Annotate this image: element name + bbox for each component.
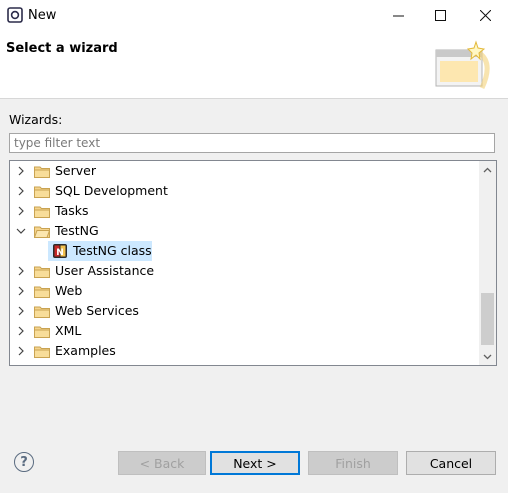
wizard-tree[interactable]: Server SQL Development Tasks TestNG N Te… [9, 160, 497, 366]
tree-item-label: XML [55, 323, 82, 338]
scroll-down-button[interactable] [479, 348, 496, 365]
minimize-button[interactable] [376, 0, 420, 31]
maximize-icon [434, 10, 446, 21]
tree-item-examples[interactable]: Examples [10, 341, 480, 361]
folder-open-icon [34, 226, 50, 238]
chevron-right-icon[interactable] [16, 266, 26, 276]
finish-button[interactable]: Finish [308, 451, 398, 475]
folder-icon [34, 186, 50, 198]
wizards-label: Wizards: [9, 112, 63, 127]
tree-item-user-assistance[interactable]: User Assistance [10, 261, 480, 281]
tree-item-label: TestNG class [73, 243, 152, 258]
tree-item-label: Web [55, 283, 83, 298]
tree-item-label: Web Services [55, 303, 139, 318]
next-button[interactable]: Next > [210, 451, 300, 475]
filter-input[interactable] [9, 133, 495, 153]
help-button[interactable]: ? [14, 452, 34, 472]
tree-item-label: User Assistance [55, 263, 155, 278]
chevron-right-icon[interactable] [16, 286, 26, 296]
chevron-right-icon[interactable] [16, 346, 26, 356]
window-title: New [28, 8, 57, 23]
folder-icon [34, 206, 50, 218]
chevron-down-icon[interactable] [16, 226, 26, 236]
chevron-right-icon[interactable] [16, 326, 26, 336]
tree-item-testng-class[interactable]: N TestNG class [10, 241, 480, 261]
title-bar: New [0, 0, 508, 31]
tree-item-tasks[interactable]: Tasks [10, 201, 480, 221]
testng-class-icon: N [53, 244, 67, 258]
chevron-right-icon[interactable] [16, 186, 26, 196]
new-wizard-banner-icon [435, 40, 490, 90]
page-title: Select a wizard [6, 41, 118, 56]
tree-item-label: Examples [55, 343, 116, 358]
wizard-header: Select a wizard [0, 31, 508, 99]
tree-item-sql-development[interactable]: SQL Development [10, 181, 480, 201]
tree-item-xml[interactable]: XML [10, 321, 480, 341]
folder-icon [34, 266, 50, 278]
tree-item-web-services[interactable]: Web Services [10, 301, 480, 321]
tree-item-label: TestNG [55, 223, 99, 238]
back-button[interactable]: < Back [118, 451, 206, 475]
tree-item-server[interactable]: Server [10, 161, 480, 181]
maximize-button[interactable] [418, 0, 462, 31]
scroll-up-button[interactable] [479, 161, 496, 178]
folder-icon [34, 166, 50, 178]
eclipse-app-icon [7, 7, 23, 23]
chevron-right-icon[interactable] [16, 306, 26, 316]
tree-item-label: Server [55, 163, 96, 178]
close-icon [479, 10, 491, 21]
folder-icon [34, 306, 50, 318]
cancel-button[interactable]: Cancel [406, 451, 496, 475]
minimize-icon [392, 15, 404, 17]
chevron-down-icon [483, 354, 492, 359]
chevron-right-icon[interactable] [16, 166, 26, 176]
folder-icon [34, 326, 50, 338]
scroll-thumb[interactable] [481, 293, 494, 345]
tree-item-testng[interactable]: TestNG [10, 221, 480, 241]
folder-icon [34, 286, 50, 298]
svg-text:N: N [56, 248, 64, 258]
tree-item-label: SQL Development [55, 183, 168, 198]
close-button[interactable] [463, 0, 507, 31]
tree-item-label: Tasks [55, 203, 89, 218]
tree-item-web[interactable]: Web [10, 281, 480, 301]
chevron-right-icon[interactable] [16, 206, 26, 216]
tree-scrollbar[interactable] [479, 161, 496, 365]
folder-icon [34, 346, 50, 358]
chevron-up-icon [483, 167, 492, 172]
